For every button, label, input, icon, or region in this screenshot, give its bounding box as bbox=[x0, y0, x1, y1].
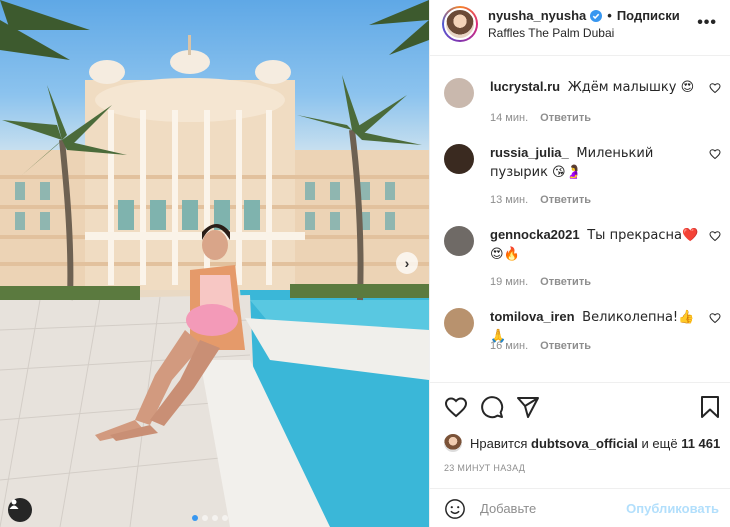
more-options-button[interactable]: ••• bbox=[697, 14, 717, 32]
paper-plane-icon[interactable] bbox=[516, 395, 540, 419]
comment-time: 13 мин. bbox=[490, 194, 529, 206]
comment-username[interactable]: tomilova_iren bbox=[490, 309, 575, 324]
carousel-dot bbox=[212, 515, 218, 521]
carousel-dot bbox=[222, 515, 228, 521]
liker-avatar bbox=[444, 434, 462, 452]
comment-text: Ждём малышку 😍 bbox=[567, 80, 695, 95]
likes-count[interactable]: 11 461 bbox=[681, 436, 720, 451]
smiley-icon[interactable] bbox=[444, 498, 466, 520]
reply-button[interactable]: Ответить bbox=[540, 112, 591, 124]
bookmark-icon[interactable] bbox=[698, 395, 722, 419]
comment-time: 14 мин. bbox=[490, 112, 529, 124]
verified-badge-icon bbox=[590, 9, 603, 22]
comment-body: gennocka2021 Ты прекрасна❤️😍🔥 bbox=[490, 226, 704, 264]
comment-avatar[interactable] bbox=[444, 78, 474, 108]
post-panel: nyusha_nyusha • Подписки Raffles The Pal… bbox=[429, 0, 730, 527]
reply-button[interactable]: Ответить bbox=[540, 194, 591, 206]
separator-dot: • bbox=[607, 8, 612, 23]
comment-like-heart-icon[interactable] bbox=[709, 230, 721, 242]
comment-avatar[interactable] bbox=[444, 144, 474, 174]
likes-prefix: Нравится bbox=[470, 435, 528, 451]
user-tag-button[interactable] bbox=[8, 498, 32, 522]
post-location[interactable]: Raffles The Palm Dubai bbox=[488, 26, 614, 40]
comment-like-heart-icon[interactable] bbox=[709, 82, 721, 94]
comment-avatar[interactable] bbox=[444, 308, 474, 338]
likes-middle: и ещё bbox=[641, 435, 678, 451]
post-actions: Нравится dubtsova_official и ещё 11 461 … bbox=[430, 382, 730, 527]
comment-username[interactable]: russia_julia_ bbox=[490, 145, 569, 160]
carousel-dot bbox=[202, 515, 208, 521]
post-photo[interactable]: › bbox=[0, 0, 429, 527]
comment-body: lucrystal.ru Ждём малышку 😍 bbox=[490, 78, 704, 97]
reply-button[interactable]: Ответить bbox=[540, 276, 591, 288]
reply-button[interactable]: Ответить bbox=[540, 340, 591, 352]
comment-avatar[interactable] bbox=[444, 226, 474, 256]
liker-username[interactable]: dubtsova_official bbox=[531, 436, 638, 451]
user-tag-icon bbox=[9, 499, 19, 509]
comment-username[interactable]: lucrystal.ru bbox=[490, 79, 560, 94]
following-button[interactable]: Подписки bbox=[617, 8, 680, 23]
carousel-dots bbox=[192, 515, 228, 521]
comment-body: russia_julia_ Миленький пузырик 😘🤰 bbox=[490, 144, 704, 182]
author-avatar[interactable] bbox=[442, 6, 478, 42]
comment-meta: 19 мин. Ответить bbox=[490, 276, 591, 288]
comment-icon[interactable] bbox=[480, 395, 504, 419]
publish-button[interactable]: Опубликовать bbox=[626, 501, 719, 516]
comments-list[interactable]: lucrystal.ru Ждём малышку 😍 14 мин. Отве… bbox=[430, 56, 730, 382]
heart-icon[interactable] bbox=[444, 395, 468, 419]
comment-username[interactable]: gennocka2021 bbox=[490, 227, 580, 242]
comment-time: 19 мин. bbox=[490, 276, 529, 288]
comment-time: 16 мин. bbox=[490, 340, 529, 352]
comment-meta: 14 мин. Ответить bbox=[490, 112, 591, 124]
author-username[interactable]: nyusha_nyusha bbox=[488, 8, 586, 23]
next-photo-button[interactable]: › bbox=[396, 252, 418, 274]
carousel-dot bbox=[192, 515, 198, 521]
post-header: nyusha_nyusha • Подписки Raffles The Pal… bbox=[430, 0, 730, 56]
comment-meta: 13 мин. Ответить bbox=[490, 194, 591, 206]
comment-like-heart-icon[interactable] bbox=[709, 312, 721, 324]
likes-summary[interactable]: Нравится dubtsova_official и ещё 11 461 bbox=[444, 434, 720, 452]
post-time[interactable]: 23 МИНУТ НАЗАД bbox=[444, 463, 525, 473]
add-comment-row: Опубликовать bbox=[430, 488, 730, 527]
comment-like-heart-icon[interactable] bbox=[709, 148, 721, 160]
photo-scene bbox=[0, 0, 429, 527]
comment-meta: 16 мин. Ответить bbox=[490, 340, 591, 352]
add-comment-input[interactable] bbox=[480, 501, 610, 516]
